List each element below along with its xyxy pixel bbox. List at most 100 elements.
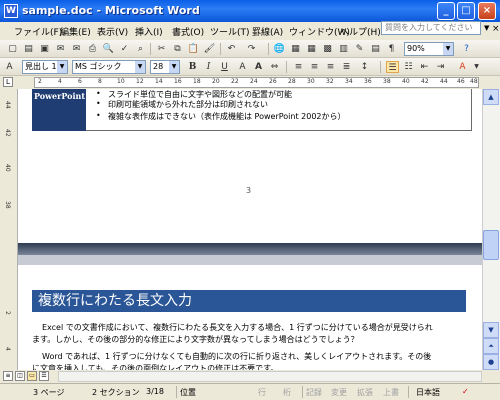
justify-icon[interactable]: ≣	[340, 61, 353, 73]
window-title: sample.doc - Microsoft Word	[22, 4, 200, 17]
print-icon[interactable]: ⎙	[86, 43, 99, 55]
document-map-icon[interactable]: ▤	[369, 43, 382, 55]
scroll-thumb[interactable]	[483, 230, 499, 260]
horizontal-ruler[interactable]: L 2 4 6 8 10 12 14 16 18 20 22 24 26 28 …	[0, 76, 500, 89]
word-app-icon[interactable]: W	[4, 4, 18, 18]
font-color-dropdown-icon[interactable]: ▼	[470, 61, 483, 73]
paste-icon[interactable]: 📋	[187, 43, 200, 55]
print-layout-icon[interactable]: ▭	[27, 371, 37, 381]
zoom-value: 90%	[407, 44, 425, 53]
zoom-combo[interactable]: 90% ▼	[404, 42, 454, 56]
font-color-icon[interactable]: A	[456, 61, 469, 73]
font-size-combo[interactable]: 28 ▼	[150, 60, 180, 74]
insert-excel-icon[interactable]: ▩	[321, 43, 334, 55]
close-button[interactable]: ×	[478, 2, 496, 20]
normal-view-icon[interactable]: ≡	[3, 371, 13, 381]
save-icon[interactable]: ▣	[38, 43, 51, 55]
spelling-status-icon[interactable]: ✓	[462, 387, 469, 396]
standard-toolbar: ▢ ▤ ▣ ✉ ✉ ⎙ 🔍 ✓ ⌕ ✂ ⧉ 📋 🖌 ↶ ↷ 🌐 ▦ ▦ ▩ ▥ …	[0, 40, 500, 58]
underline-button[interactable]: U	[218, 61, 231, 73]
copy-icon[interactable]: ⧉	[171, 43, 184, 55]
chevron-down-icon[interactable]: ▼	[169, 61, 179, 73]
open-folder-icon[interactable]: ▤	[22, 43, 35, 55]
help-icon[interactable]: ?	[460, 43, 473, 55]
chevron-down-icon[interactable]: ▼	[57, 61, 67, 73]
cut-icon[interactable]: ✂	[155, 43, 168, 55]
status-overtype[interactable]: 上書	[383, 387, 399, 398]
document-close-icon[interactable]: ×	[492, 24, 500, 34]
vertical-ruler[interactable]: 44 42 40 38 2 4	[0, 89, 18, 370]
menu-help[interactable]: ヘルプ(H)	[340, 25, 381, 38]
minimize-button[interactable]: _	[437, 2, 455, 20]
paragraph-line[interactable]: ます。しかし、その後の部分的な修正により文字数が異なってしまう場合はどうでしょう…	[32, 334, 472, 345]
bullet-item: 複雑な表作成はできない（表作成機能は PowerPoint 2002から）	[96, 111, 345, 122]
styles-pane-icon[interactable]: A	[3, 61, 16, 73]
bullets-icon[interactable]: ☷	[402, 61, 415, 73]
hyperlink-icon[interactable]: 🌐	[273, 43, 286, 55]
horizontal-scrollbar[interactable]	[58, 371, 482, 382]
char-shading-button[interactable]: A	[252, 61, 265, 73]
font-combo[interactable]: MS ゴシック ▼	[72, 60, 146, 74]
format-painter-icon[interactable]: 🖌	[203, 43, 216, 55]
paragraph-line[interactable]: Excel での文書作成において、複数行にわたる長文を入力する場合、1 行ずつに…	[32, 322, 472, 333]
italic-button[interactable]: I	[202, 61, 215, 73]
chevron-down-icon[interactable]: ▼	[443, 43, 453, 55]
align-left-icon[interactable]: ≡	[292, 61, 305, 73]
previous-page-icon[interactable]: ⏶	[483, 338, 499, 354]
align-center-icon[interactable]: ≡	[308, 61, 321, 73]
page-gap-shadow	[18, 255, 482, 265]
print-preview-icon[interactable]: 🔍	[102, 43, 115, 55]
heading-1[interactable]: 複数行にわたる長文入力	[32, 290, 466, 312]
tab-selector[interactable]: L	[3, 77, 13, 87]
show-hide-icon[interactable]: ¶	[385, 43, 398, 55]
new-document-icon[interactable]: ▢	[6, 43, 19, 55]
status-page: 3 ページ	[33, 388, 65, 397]
style-value: 見出し 1	[25, 62, 57, 71]
menu-table[interactable]: 罫線(A)	[252, 25, 283, 38]
ruler-strip[interactable]: 2 4 6 8 10 12 14 16 18 20 22 24 26 28 30…	[34, 77, 479, 88]
tables-borders-icon[interactable]: ▦	[289, 43, 302, 55]
help-dropdown-icon[interactable]: ▼	[484, 24, 489, 32]
drawing-icon[interactable]: ✎	[353, 43, 366, 55]
menu-insert[interactable]: 挿入(I)	[135, 25, 163, 38]
research-icon[interactable]: ⌕	[134, 43, 147, 55]
email-icon[interactable]: ✉	[70, 43, 83, 55]
status-column: 桁	[283, 388, 291, 397]
menu-edit[interactable]: 編集(E)	[60, 25, 91, 38]
style-combo[interactable]: 見出し 1 ▼	[22, 60, 68, 74]
status-record[interactable]: 記録	[306, 387, 322, 398]
help-question-input[interactable]: 質問を入力してください	[381, 21, 481, 35]
font-value: MS ゴシック	[75, 62, 122, 71]
bullet-item: 印刷可能領域から外れた部分は印刷されない	[96, 99, 268, 110]
browse-object-icon[interactable]: ●	[483, 354, 499, 370]
decrease-indent-icon[interactable]: ⇤	[418, 61, 431, 73]
bold-button[interactable]: B	[186, 61, 199, 73]
scroll-up-icon[interactable]: ▲	[483, 89, 499, 105]
align-right-icon[interactable]: ≡	[324, 61, 337, 73]
maximize-button[interactable]: □	[457, 2, 475, 20]
char-border-button[interactable]: A	[236, 61, 249, 73]
permission-icon[interactable]: ✉	[54, 43, 67, 55]
menu-view[interactable]: 表示(V)	[97, 25, 128, 38]
title-bar: W sample.doc - Microsoft Word _ □ ×	[0, 0, 500, 22]
line-spacing-icon[interactable]: ↕	[358, 61, 371, 73]
web-layout-icon[interactable]: ◫	[15, 371, 25, 381]
status-track-changes[interactable]: 変更	[331, 387, 347, 398]
menu-file[interactable]: ファイル(F)	[14, 25, 62, 38]
numbering-icon[interactable]: ☰	[386, 61, 399, 73]
menu-tools[interactable]: ツール(T)	[210, 25, 250, 38]
scroll-down-icon[interactable]: ▼	[483, 322, 499, 338]
outline-view-icon[interactable]: ☰	[39, 371, 49, 381]
char-scale-icon[interactable]: ⇔	[268, 61, 281, 73]
paragraph-line[interactable]: Word であれば、1 行ずつに分けなくても自動的に次の行に折り返され、美しくレ…	[32, 351, 472, 362]
menu-format[interactable]: 書式(O)	[172, 25, 204, 38]
insert-table-icon[interactable]: ▦	[305, 43, 318, 55]
undo-icon[interactable]: ↶	[225, 43, 238, 55]
status-extend[interactable]: 拡張	[357, 387, 373, 398]
chevron-down-icon[interactable]: ▼	[135, 61, 145, 73]
redo-icon[interactable]: ↷	[245, 43, 258, 55]
font-size-value: 28	[153, 62, 164, 71]
spelling-icon[interactable]: ✓	[118, 43, 131, 55]
increase-indent-icon[interactable]: ⇥	[434, 61, 447, 73]
columns-icon[interactable]: ▥	[337, 43, 350, 55]
